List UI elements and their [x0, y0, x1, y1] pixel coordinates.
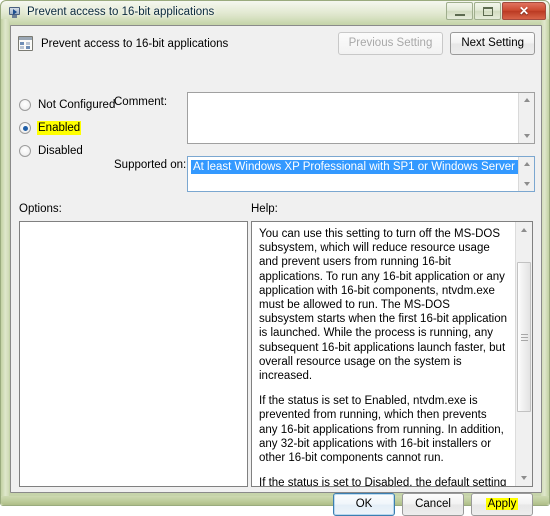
setting-name: Prevent access to 16-bit applications	[41, 37, 229, 50]
comment-label: Comment:	[114, 96, 168, 108]
frame-right-edge	[541, 19, 549, 505]
close-button[interactable]: ✕	[502, 2, 546, 20]
minimize-button[interactable]	[446, 2, 473, 20]
supported-scroll-up-icon[interactable]	[519, 157, 534, 171]
supported-on-label: Supported on:	[114, 159, 187, 171]
help-scroll-up-icon[interactable]	[516, 222, 532, 238]
radio-not-configured[interactable]: Not Configured	[19, 98, 116, 112]
supported-on-value: At least Windows XP Professional with SP…	[191, 160, 534, 174]
help-label: Help:	[251, 203, 278, 215]
dialog-client-area: Prevent access to 16-bit applications Pr…	[10, 25, 542, 516]
comment-input[interactable]	[187, 92, 535, 144]
comment-scrollbar[interactable]	[518, 93, 534, 143]
radio-not-configured-indicator[interactable]	[19, 99, 31, 111]
minimize-icon	[455, 14, 465, 16]
window-controls: ✕	[445, 2, 546, 20]
ok-button[interactable]: OK	[333, 493, 395, 516]
options-panel[interactable]	[19, 221, 248, 487]
help-scrollbar-thumb[interactable]	[517, 262, 531, 412]
supported-scroll-down-icon[interactable]	[519, 177, 534, 191]
apply-button[interactable]: Apply	[471, 493, 533, 516]
radio-disabled-label: Disabled	[38, 145, 83, 157]
close-icon: ✕	[518, 4, 530, 18]
title-bar[interactable]: Prevent access to 16-bit applications ✕	[1, 1, 550, 23]
dialog-window: Prevent access to 16-bit applications ✕	[0, 0, 550, 516]
setting-state-area: Not Configured Enabled Disabled Comment:…	[11, 61, 541, 195]
radio-enabled[interactable]: Enabled	[19, 121, 82, 135]
previous-setting-button[interactable]: Previous Setting	[337, 32, 444, 55]
help-panel: You can use this setting to turn off the…	[251, 221, 533, 487]
window-title: Prevent access to 16-bit applications	[27, 6, 215, 18]
radio-not-configured-label: Not Configured	[38, 99, 116, 111]
policy-setting-icon	[8, 5, 22, 19]
policy-grid-icon	[18, 36, 33, 51]
comment-scroll-down-icon[interactable]	[519, 129, 534, 143]
frame-left-edge	[1, 19, 9, 505]
help-paragraph: If the status is set to Enabled, ntvdm.e…	[259, 395, 504, 465]
dialog-buttons: OK Cancel Apply	[333, 493, 533, 516]
help-text-body: You can use this setting to turn off the…	[252, 222, 515, 486]
help-paragraph: If the status is set to Disabled, the de…	[259, 477, 507, 486]
restore-icon	[483, 7, 493, 16]
radio-enabled-label: Enabled	[37, 121, 82, 135]
radio-disabled[interactable]: Disabled	[19, 144, 84, 158]
help-scrollbar[interactable]	[515, 222, 532, 486]
next-setting-button[interactable]: Next Setting	[450, 32, 535, 55]
supported-on-field[interactable]: At least Windows XP Professional with SP…	[187, 156, 535, 192]
help-paragraph: You can use this setting to turn off the…	[259, 228, 508, 383]
supported-on-scrollbar[interactable]	[518, 157, 534, 191]
apply-button-label: Apply	[485, 498, 519, 510]
scrollbar-grip-icon	[521, 334, 528, 341]
radio-disabled-indicator[interactable]	[19, 145, 31, 157]
help-scroll-down-icon[interactable]	[516, 470, 532, 486]
radio-enabled-indicator[interactable]	[19, 122, 31, 134]
navigation-buttons: Previous Setting Next Setting	[337, 32, 535, 55]
setting-header: Prevent access to 16-bit applications Pr…	[11, 26, 541, 61]
options-label: Options:	[19, 203, 62, 215]
maximize-restore-button[interactable]	[474, 2, 501, 20]
comment-scroll-up-icon[interactable]	[519, 93, 534, 107]
cancel-button[interactable]: Cancel	[402, 493, 464, 516]
